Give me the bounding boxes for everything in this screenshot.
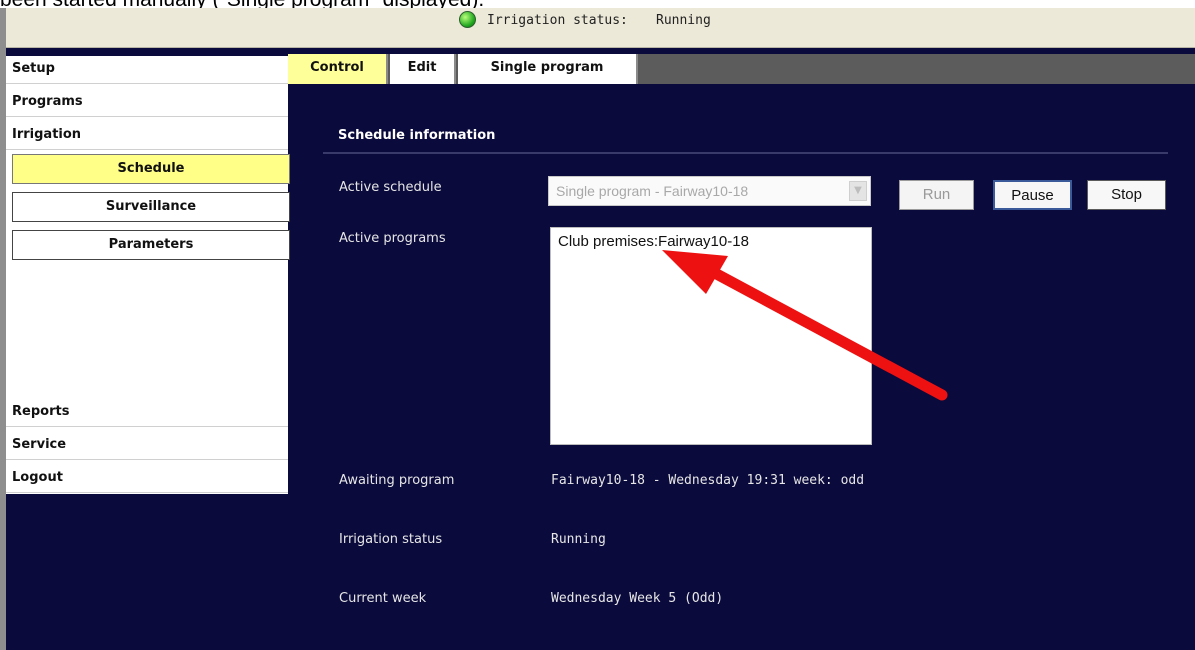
status-label: Irrigation status: [487, 13, 628, 28]
active-programs-label: Active programs [339, 231, 446, 246]
sidebar-item-irrigation[interactable]: Irrigation [6, 122, 288, 150]
tab-single-program[interactable]: Single program [458, 54, 638, 84]
section-title: Schedule information [338, 128, 496, 143]
sidebar-item-logout[interactable]: Logout [6, 465, 288, 493]
tab-bar: Control Edit Single program [288, 54, 1195, 84]
sidebar-subitem-parameters[interactable]: Parameters [12, 230, 290, 260]
active-schedule-label: Active schedule [339, 180, 442, 195]
active-schedule-value: Single program - Fairway10-18 [556, 183, 749, 199]
irrigation-status-value: Running [551, 532, 606, 547]
sidebar-item-setup[interactable]: Setup [6, 56, 288, 84]
sidebar-subitem-schedule[interactable]: Schedule [12, 154, 290, 184]
pause-button[interactable]: Pause [993, 180, 1072, 210]
tab-control[interactable]: Control [288, 54, 388, 84]
chevron-down-icon: ▼ [849, 181, 867, 201]
run-button: Run [899, 180, 974, 210]
irrigation-status-label: Irrigation status [339, 532, 443, 547]
tab-edit[interactable]: Edit [390, 54, 456, 84]
active-programs-list[interactable]: Club premises:Fairway10-18 [550, 227, 872, 445]
current-week-label: Current week [339, 591, 427, 606]
status-value: Running [656, 13, 711, 28]
active-schedule-select: Single program - Fairway10-18 ▼ [548, 176, 871, 206]
sidebar-item-service[interactable]: Service [6, 432, 288, 460]
list-item[interactable]: Club premises:Fairway10-18 [558, 233, 749, 250]
sidebar-item-reports[interactable]: Reports [6, 399, 288, 427]
stop-button[interactable]: Stop [1087, 180, 1166, 210]
section-divider [323, 152, 1168, 154]
status-bar: Irrigation status: Running [6, 8, 1195, 48]
sidebar-subitem-surveillance[interactable]: Surveillance [12, 192, 290, 222]
awaiting-program-label: Awaiting program [339, 473, 455, 488]
sidebar-item-programs[interactable]: Programs [6, 89, 288, 117]
current-week-value: Wednesday Week 5 (Odd) [551, 591, 724, 606]
awaiting-program-value: Fairway10-18 - Wednesday 19:31 week: odd [551, 473, 865, 488]
status-indicator-icon [459, 11, 476, 28]
sidebar: Setup Programs Irrigation Schedule Surve… [6, 56, 290, 494]
